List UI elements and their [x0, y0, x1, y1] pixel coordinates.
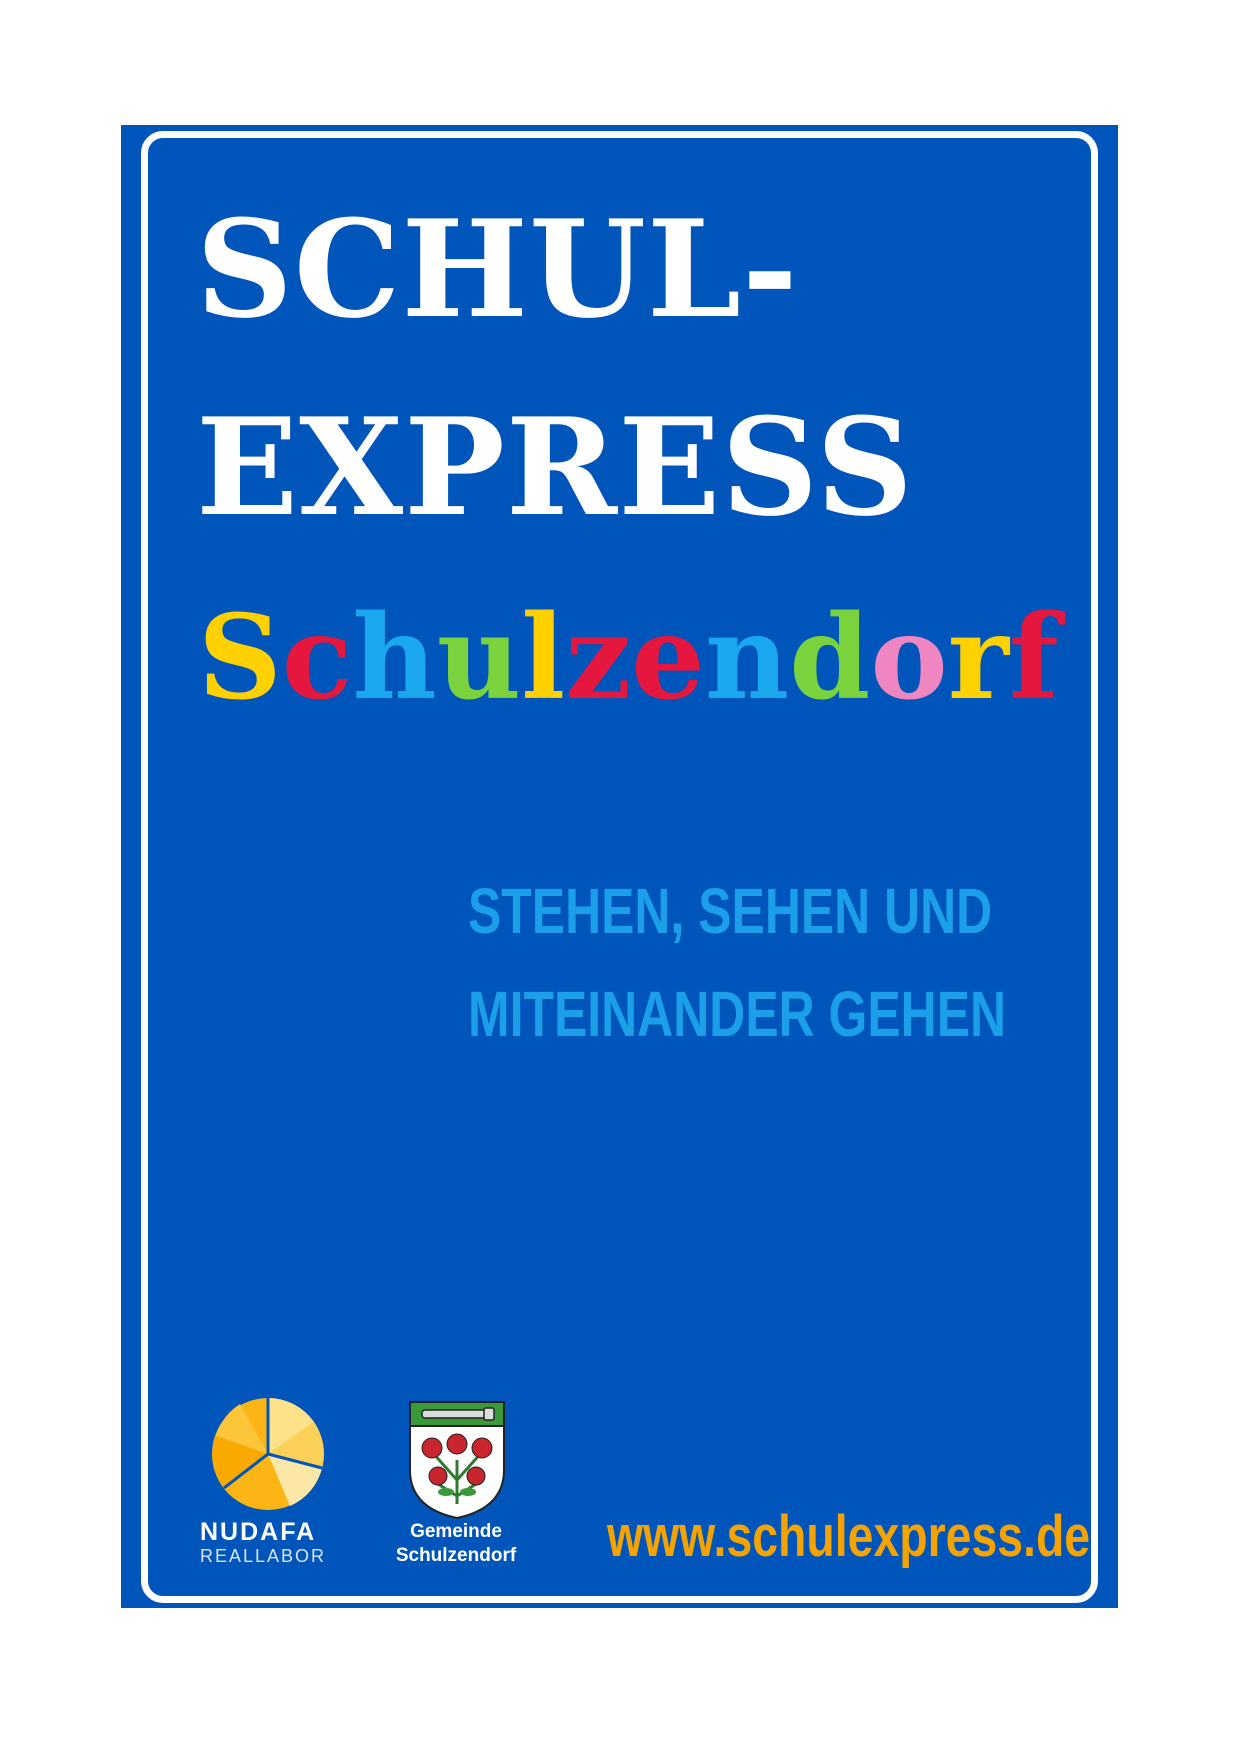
town-name: Schulzendorf [198, 600, 1059, 716]
town-letter: e [631, 590, 705, 726]
nudafa-name: NUDAFA [200, 1518, 317, 1546]
title-line-1: SCHUL- [196, 190, 799, 348]
town-letter: d [789, 590, 871, 726]
slogan-line-2: MITEINANDER GEHEN [468, 978, 1007, 1050]
title-line-2: EXPRESS [196, 388, 914, 546]
website-link[interactable]: www.schulexpress.de [607, 1508, 1090, 1566]
crest-label-line-1: Gemeinde [410, 1521, 502, 1542]
town-letter: z [565, 590, 632, 726]
town-letter: n [704, 590, 790, 726]
town-letter: h [352, 590, 437, 726]
town-letter: u [436, 590, 522, 726]
sign-border [141, 131, 1098, 1603]
town-letter: l [521, 590, 566, 726]
town-letter: r [947, 590, 1009, 726]
town-letter: f [1008, 590, 1059, 726]
nudafa-subtitle: REALLABOR [200, 1546, 327, 1566]
nudafa-logo-icon [212, 1398, 324, 1510]
coat-of-arms-icon [409, 1401, 505, 1520]
slogan-line-1: STEHEN, SEHEN UND [468, 875, 993, 947]
town-letter: c [281, 590, 353, 726]
crest-label-line-2: Schulzendorf [395, 1545, 517, 1566]
town-letter: o [870, 590, 948, 726]
town-letter: S [198, 590, 282, 726]
